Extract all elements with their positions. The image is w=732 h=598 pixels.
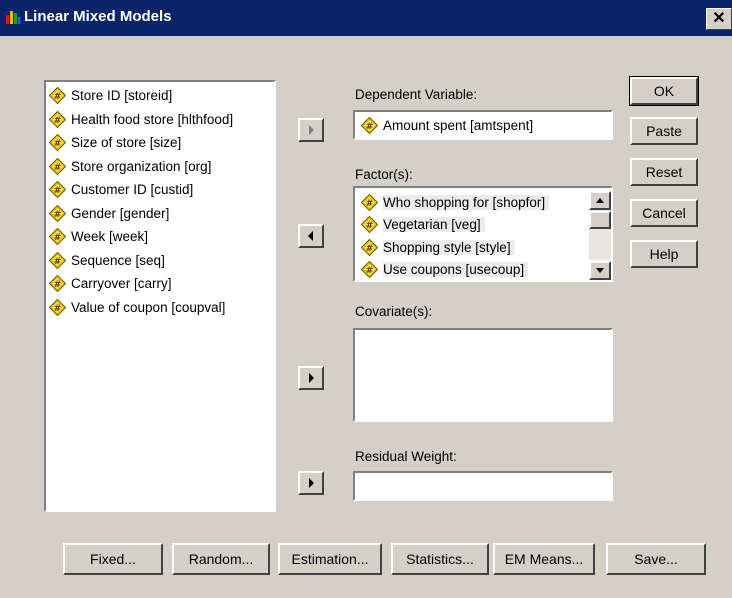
variable-list-item[interactable]: Value of coupon [coupval] <box>46 296 274 320</box>
dependent-variable-value: Amount spent [amtspent] <box>383 117 534 133</box>
scale-variable-icon <box>49 134 66 151</box>
variable-label: Sequence [seq] <box>71 252 165 268</box>
variable-list-item[interactable]: Health food store [hlthfood] <box>46 108 274 132</box>
scale-variable-icon <box>49 158 66 175</box>
statistics-button[interactable]: Statistics... <box>391 543 489 575</box>
move-to-covariates-button[interactable] <box>298 366 324 390</box>
move-to-residual-weight-button[interactable] <box>298 471 324 495</box>
arrow-right-icon <box>309 125 314 135</box>
cancel-button[interactable]: Cancel <box>630 199 698 227</box>
variable-label: Store organization [org] <box>71 158 212 174</box>
scale-variable-icon <box>49 275 66 292</box>
covariates-label: Covariate(s): <box>355 304 433 319</box>
scale-variable-icon <box>49 205 66 222</box>
scroll-down-button[interactable] <box>589 261 611 280</box>
source-variable-list[interactable]: Store ID [storeid] Health food store [hlt… <box>44 80 276 512</box>
residual-weight-field[interactable] <box>353 471 613 501</box>
ok-button[interactable]: OK <box>629 76 699 106</box>
close-icon: ✕ <box>712 10 726 27</box>
arrow-left-icon <box>308 231 313 241</box>
factor-list-item[interactable]: Vegetarian [veg] <box>355 214 611 237</box>
factor-list-item[interactable]: Use coupons [usecoup] <box>355 259 611 282</box>
app-icon <box>6 11 21 24</box>
paste-button[interactable]: Paste <box>630 117 698 145</box>
factors-label: Factor(s): <box>355 167 413 182</box>
variable-list-item[interactable]: Store organization [org] <box>46 155 274 179</box>
chevron-up-icon <box>596 198 604 203</box>
factor-label: Use coupons [usecoup] <box>383 262 529 278</box>
help-button[interactable]: Help <box>630 240 698 268</box>
factor-label: Vegetarian [veg] <box>383 217 485 233</box>
variable-list-item[interactable]: Sequence [seq] <box>46 249 274 273</box>
variable-list-item[interactable]: Week [week] <box>46 225 274 249</box>
variable-list-item[interactable]: Store ID [storeid] <box>46 84 274 108</box>
factor-label: Shopping style [style] <box>383 239 515 255</box>
scrollbar-thumb[interactable] <box>589 211 611 229</box>
chevron-down-icon <box>596 268 604 273</box>
reset-button[interactable]: Reset <box>630 158 698 186</box>
em-means-button[interactable]: EM Means... <box>493 543 595 575</box>
dependent-variable-field[interactable]: Amount spent [amtspent] <box>353 110 613 140</box>
scale-variable-icon <box>49 111 66 128</box>
covariates-list[interactable] <box>353 328 613 422</box>
variable-label: Store ID [storeid] <box>71 88 173 104</box>
save-button[interactable]: Save... <box>606 543 706 575</box>
window-title: Linear Mixed Models <box>24 8 172 25</box>
arrow-right-icon <box>309 373 314 383</box>
estimation-button[interactable]: Estimation... <box>278 543 382 575</box>
factor-label: Who shopping for [shopfor] <box>383 194 550 210</box>
scale-variable-icon <box>361 117 378 134</box>
random-button[interactable]: Random... <box>172 543 270 575</box>
move-to-dependent-button[interactable] <box>298 118 324 142</box>
dependent-variable-label: Dependent Variable: <box>355 87 478 102</box>
factor-list-item[interactable]: Who shopping for [shopfor] <box>355 191 611 214</box>
factor-list-item[interactable]: Shopping style [style] <box>355 236 611 259</box>
variable-label: Carryover [carry] <box>71 276 172 292</box>
variable-list-item[interactable]: Carryover [carry] <box>46 272 274 296</box>
variable-label: Value of coupon [coupval] <box>71 299 226 315</box>
scale-variable-icon <box>49 181 66 198</box>
variable-label: Health food store [hlthfood] <box>71 111 234 127</box>
factors-list[interactable]: Who shopping for [shopfor] Vegetarian [ve… <box>353 186 613 282</box>
arrow-right-icon <box>309 478 314 488</box>
variable-label: Size of store [size] <box>71 135 182 151</box>
scale-variable-icon <box>49 299 66 316</box>
residual-weight-label: Residual Weight: <box>355 449 457 464</box>
scale-variable-icon <box>49 228 66 245</box>
variable-label: Gender [gender] <box>71 205 170 221</box>
scale-variable-icon <box>49 87 66 104</box>
close-button[interactable]: ✕ <box>706 8 732 30</box>
variable-list-item[interactable]: Size of store [size] <box>46 131 274 155</box>
scale-variable-icon <box>361 239 378 256</box>
linear-mixed-models-dialog: Linear Mixed Models ✕ Store ID [storeid]… <box>0 0 732 598</box>
variable-label: Week [week] <box>71 229 149 245</box>
scale-variable-icon <box>361 216 378 233</box>
scale-variable-icon <box>361 261 378 278</box>
scroll-up-button[interactable] <box>589 191 611 210</box>
remove-from-factors-button[interactable] <box>298 224 324 248</box>
variable-label: Customer ID [custid] <box>71 182 194 198</box>
scale-variable-icon <box>49 252 66 269</box>
fixed-button[interactable]: Fixed... <box>63 543 163 575</box>
variable-list-item[interactable]: Gender [gender] <box>46 202 274 226</box>
scale-variable-icon <box>361 194 378 211</box>
variable-list-item[interactable]: Customer ID [custid] <box>46 178 274 202</box>
title-bar: Linear Mixed Models ✕ <box>0 0 732 36</box>
